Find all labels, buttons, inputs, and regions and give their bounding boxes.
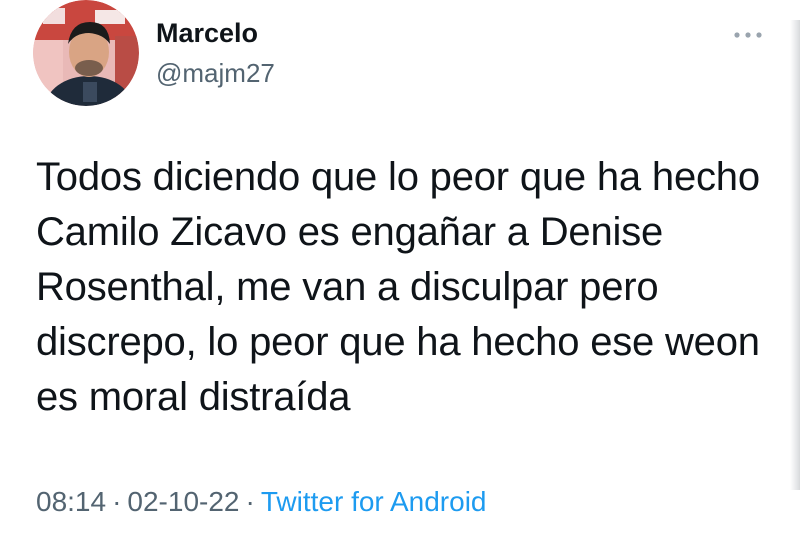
- more-dots-icon: [734, 32, 762, 38]
- tweet-text: Todos diciendo que lo peor que ha hecho …: [36, 155, 760, 419]
- more-options-button[interactable]: [728, 20, 768, 50]
- author-handle[interactable]: @majm27: [156, 58, 275, 89]
- tweet-source-link[interactable]: Twitter for Android: [261, 486, 487, 517]
- tweet-time[interactable]: 08:14: [36, 486, 106, 517]
- avatar[interactable]: [33, 0, 139, 106]
- tweet-card: Marcelo @majm27 Todos diciendo que lo pe…: [0, 0, 800, 546]
- meta-separator-2: ·: [245, 486, 255, 517]
- tweet-meta: 08:14 · 02-10-22 · Twitter for Android: [36, 486, 486, 518]
- scroll-edge: [790, 20, 800, 490]
- tweet-date[interactable]: 02-10-22: [127, 486, 239, 517]
- avatar-photo-icon: [33, 0, 139, 106]
- author-name[interactable]: Marcelo: [156, 18, 258, 49]
- meta-separator: ·: [112, 486, 122, 517]
